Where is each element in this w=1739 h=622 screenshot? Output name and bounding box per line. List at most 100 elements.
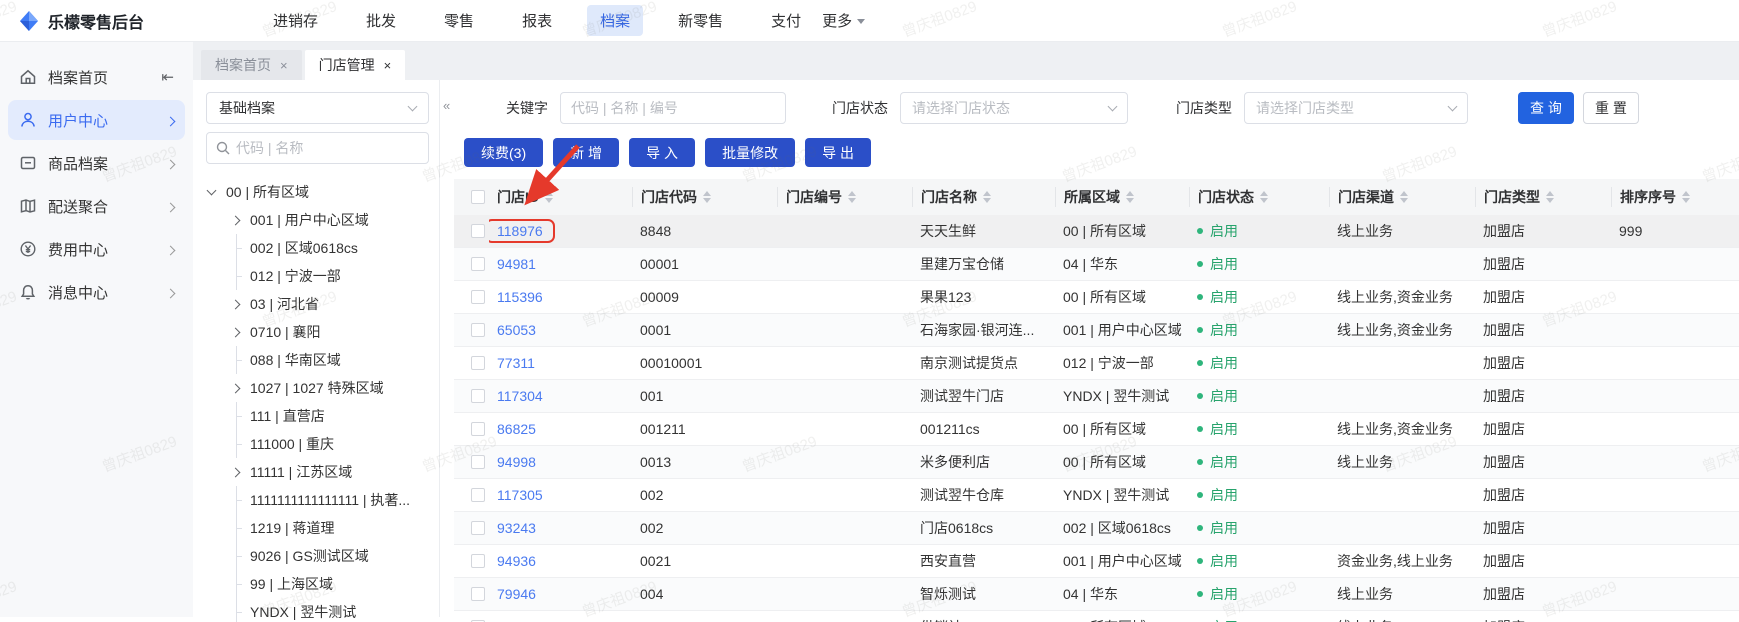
sidebar-item-消息中心[interactable]: 消息中心 [8,272,185,312]
reset-button[interactable]: 重 置 [1583,92,1639,124]
tree-node[interactable]: 99 | 上海区域 [206,570,429,598]
row-checkbox[interactable] [471,554,485,568]
tab-close-icon[interactable]: × [280,59,288,72]
panel-collapse-icon[interactable]: « [443,98,450,113]
toolbar-button-批量修改[interactable]: 批量修改 [705,138,796,167]
store-id-link[interactable]: 79946 [497,586,536,602]
tree-node[interactable]: 088 | 华南区域 [206,346,429,374]
store-id-link[interactable]: 94998 [497,454,536,470]
tree-node[interactable]: 03 | 河北省 [206,290,429,318]
column-header-门店状态[interactable]: 门店状态 [1189,187,1329,207]
keyword-input[interactable] [560,92,786,124]
row-checkbox[interactable] [471,455,485,469]
tree-node[interactable]: 1027 | 1027 特殊区域 [206,374,429,402]
row-checkbox[interactable] [471,422,485,436]
tree-node[interactable]: 0710 | 襄阳 [206,318,429,346]
tree-node[interactable]: 002 | 区域0618cs [206,234,429,262]
sidebar-item-label: 商品档案 [48,155,109,173]
column-header-所属区域[interactable]: 所属区域 [1055,187,1189,207]
store-sort-cell: 999 [1619,223,1643,239]
tree-node[interactable]: 012 | 宁波一部 [206,262,429,290]
sort-icon [1400,191,1408,203]
store-id-link[interactable]: 86825 [497,421,536,437]
tree-node[interactable]: 111000 | 重庆 [206,430,429,458]
row-checkbox[interactable] [471,323,485,337]
sidebar-item-商品档案[interactable]: 商品档案 [8,143,185,183]
store-status-select[interactable]: 请选择门店状态 [900,92,1128,124]
row-checkbox[interactable] [471,290,485,304]
sidebar-collapse-icon[interactable]: ⇤ [161,69,174,86]
navbar-more-menu[interactable]: 更多 [814,5,873,36]
row-checkbox[interactable] [471,521,485,535]
select-all-cell [454,190,489,204]
toolbar-button-新 增[interactable]: 新 增 [553,138,620,167]
store-id-link[interactable]: 118976 [489,219,555,243]
toolbar-button-续费(3)[interactable]: 续费(3) [464,138,544,167]
store-id-link[interactable]: 115396 [497,289,543,305]
store-id-link[interactable]: 93243 [497,520,536,536]
home-icon [19,68,37,86]
store-id-link[interactable]: 85753 [497,619,536,622]
navbar-item-新零售[interactable]: 新零售 [665,5,736,36]
sidebar-item-用户中心[interactable]: 用户中心 [8,100,185,140]
tree-node[interactable]: 11111 | 江苏区域 [206,458,429,486]
toolbar-button-导 出[interactable]: 导 出 [805,138,872,167]
tree-node[interactable]: 1219 | 蒋道理 [206,514,429,542]
tab-close-icon[interactable]: × [384,59,392,72]
column-header-门店类型[interactable]: 门店类型 [1475,187,1611,207]
tree-node[interactable]: YNDX | 翌牛测试 [206,598,429,622]
tree-node[interactable]: 9026 | GS测试区域 [206,542,429,570]
tab-档案首页[interactable]: 档案首页 × [201,50,302,80]
store-id-link[interactable]: 117304 [497,388,543,404]
sidebar-item-费用中心[interactable]: 费用中心 [8,229,185,269]
tab-bar: 档案首页 × 门店管理 × [193,42,1739,80]
sort-icon [1260,191,1268,203]
column-header-门店代码[interactable]: 门店代码 [632,187,777,207]
store-id-link[interactable]: 77311 [497,355,535,371]
archive-type-select[interactable]: 基础档案 [206,92,429,124]
column-header-门店名称[interactable]: 门店名称 [912,187,1055,207]
sort-icon [1682,191,1690,203]
navbar-item-零售[interactable]: 零售 [431,5,487,36]
query-button[interactable]: 查 询 [1518,92,1574,124]
navbar-item-报表[interactable]: 报表 [509,5,565,36]
store-id-link[interactable]: 65053 [497,322,536,338]
tree-node[interactable]: 1111111111111111 | 执著... [206,486,429,514]
row-checkbox[interactable] [471,620,485,622]
store-type-cell: 加盟店 [1483,223,1525,239]
status-badge: 启用 [1210,520,1238,536]
navbar-item-档案[interactable]: 档案 [587,5,644,36]
navbar-item-支付[interactable]: 支付 [758,5,814,36]
tab-门店管理[interactable]: 门店管理 × [304,50,406,80]
store-id-link[interactable]: 94981 [497,256,536,272]
tree-node[interactable]: 00 | 所有区域 [206,178,429,206]
store-type-label: 门店类型 [1176,100,1232,116]
store-id-link[interactable]: 94936 [497,553,536,569]
toolbar-button-导 入[interactable]: 导 入 [629,138,696,167]
column-header-排序序号[interactable]: 排序序号 [1611,187,1739,207]
sidebar-item-档案首页[interactable]: 档案首页 ⇤ [8,57,185,97]
status-dot-icon [1197,393,1203,399]
tree-node[interactable]: 111 | 直营店 [206,402,429,430]
row-checkbox[interactable] [471,356,485,370]
row-checkbox[interactable] [471,587,485,601]
select-all-checkbox[interactable] [471,190,485,204]
store-id-link[interactable]: 117305 [497,487,543,503]
row-checkbox[interactable] [471,389,485,403]
tree-node[interactable]: 001 | 用户中心区域 [206,206,429,234]
navbar-item-批发[interactable]: 批发 [353,5,409,36]
tree-caret-icon [206,185,226,196]
store-type-select[interactable]: 请选择门店类型 [1244,92,1468,124]
column-header-门店编号[interactable]: 门店编号 [777,187,912,207]
store-channel-cell: 线上业务 [1337,586,1393,602]
column-header-门店ID[interactable]: 门店ID [489,187,632,207]
tree-search-input[interactable] [236,140,419,156]
navbar-item-进销存[interactable]: 进销存 [260,5,331,36]
row-checkbox[interactable] [471,488,485,502]
column-header-门店渠道[interactable]: 门店渠道 [1329,187,1475,207]
row-checkbox[interactable] [471,224,485,238]
action-toolbar: 续费(3) 新 增导 入批量修改导 出 [464,138,1739,167]
row-checkbox[interactable] [471,257,485,271]
sort-icon [1126,191,1134,203]
sidebar-item-配送聚合[interactable]: 配送聚合 [8,186,185,226]
